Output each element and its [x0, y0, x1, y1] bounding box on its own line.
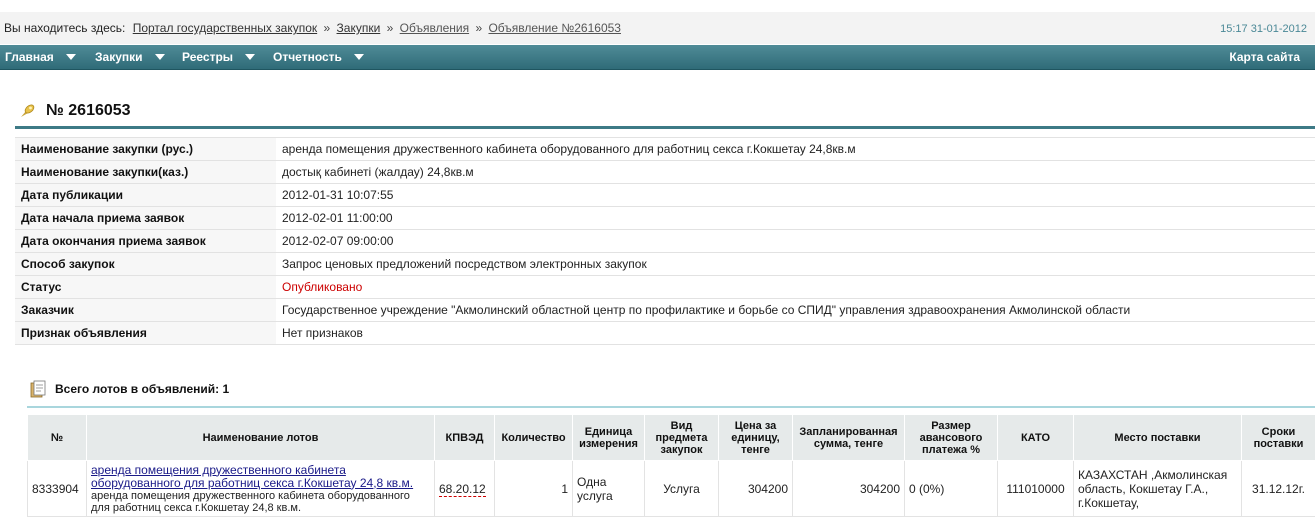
chevron-down-icon [353, 53, 364, 60]
detail-label: Способ закупок [15, 252, 276, 276]
breadcrumb: Вы находитесь здесь: Портал государствен… [4, 21, 621, 35]
sitemap-link[interactable]: Карта сайта [1229, 45, 1300, 70]
lot-name-link[interactable]: аренда помещения дружественного кабинета… [91, 463, 430, 490]
table-row: 8333904 аренда помещения дружественного … [27, 460, 1315, 517]
lots-summary-text: Всего лотов в объявлений: 1 [55, 382, 230, 396]
announcement-details: Наименование закупки (рус.) аренда помеще… [15, 137, 1315, 345]
detail-label: Наименование закупки (рус.) [15, 137, 276, 161]
breadcrumb-separator: » [323, 21, 331, 35]
detail-value: Государственное учреждение "Акмолинский … [276, 298, 1315, 322]
column-header[interactable]: КАТО [997, 414, 1074, 461]
detail-row: Способ закупок Запрос ценовых предложений… [15, 252, 1315, 276]
clock: 15:17 31-01-2012 [1220, 23, 1307, 35]
page-title: № 2616053 [46, 102, 131, 119]
detail-value: 2012-01-31 10:07:55 [276, 183, 1315, 207]
column-header[interactable]: Вид предмета закупок [644, 414, 719, 461]
pushpin-icon [21, 104, 35, 117]
breadcrumb-link-current[interactable]: Объявление №2616053 [488, 21, 621, 35]
column-header[interactable]: Наименование лотов [86, 414, 435, 461]
lots-table: № Наименование лотов КПВЭД Количество Ед… [27, 414, 1315, 517]
column-header[interactable]: Место поставки [1073, 414, 1242, 461]
breadcrumb-separator: » [386, 21, 394, 35]
lots-divider [27, 406, 1315, 408]
detail-row: Статус Опубликовано [15, 275, 1315, 299]
detail-row: Дата публикации 2012-01-31 10:07:55 [15, 183, 1315, 207]
detail-row: Дата окончания приема заявок 2012-02-07 0… [15, 229, 1315, 253]
detail-label: Статус [15, 275, 276, 299]
main-nav: Главная Закупки Реестры Отчетность Карта… [0, 45, 1315, 70]
column-header[interactable]: Количество [494, 414, 573, 461]
lot-type: Услуга [644, 460, 719, 517]
column-header[interactable]: № [27, 414, 87, 461]
column-header[interactable]: Единица измерения [572, 414, 645, 461]
detail-label: Наименование закупки(каз.) [15, 160, 276, 184]
chevron-down-icon [245, 53, 256, 60]
heading-divider [15, 126, 1315, 129]
detail-row: Заказчик Государственное учреждение "Акмо… [15, 298, 1315, 322]
lots-summary: Всего лотов в объявлений: 1 [30, 380, 229, 398]
lots-header-row: № Наименование лотов КПВЭД Количество Ед… [27, 414, 1315, 461]
detail-label: Признак объявления [15, 321, 276, 345]
lot-unit: Одна услуга [572, 460, 645, 517]
lot-description: аренда помещения дружественного кабинета… [91, 489, 410, 514]
breadcrumb-link-announcements[interactable]: Объявления [400, 21, 469, 35]
detail-value: достық кабинеті (жалдау) 24,8кв.м [276, 160, 1315, 184]
detail-value: Нет признаков [276, 321, 1315, 345]
detail-label: Дата начала приема заявок [15, 206, 276, 230]
lot-kpved-cell: 68.20.12 [434, 460, 495, 517]
lot-planned-sum: 304200 [792, 460, 905, 517]
column-header[interactable]: КПВЭД [434, 414, 495, 461]
detail-row: Наименование закупки (рус.) аренда помеще… [15, 137, 1315, 161]
detail-value: 2012-02-07 09:00:00 [276, 229, 1315, 253]
detail-value: Запрос ценовых предложений посредством э… [276, 252, 1315, 276]
nav-item-registries[interactable]: Реестры [182, 45, 256, 70]
breadcrumb-link-purchases[interactable]: Закупки [337, 21, 381, 35]
lot-name-cell: аренда помещения дружественного кабинета… [86, 460, 435, 517]
nav-item-label: Главная [5, 50, 54, 64]
nav-item-purchases[interactable]: Закупки [95, 45, 165, 70]
detail-row: Дата начала приема заявок 2012-02-01 11:0… [15, 206, 1315, 230]
detail-row: Наименование закупки(каз.) достық кабинет… [15, 160, 1315, 184]
lot-kpved[interactable]: 68.20.12 [439, 481, 486, 497]
status-value: Опубликовано [276, 275, 1315, 299]
column-header[interactable]: Размер авансового платежа % [904, 414, 998, 461]
detail-label: Дата публикации [15, 183, 276, 207]
lot-advance: 0 (0%) [904, 460, 998, 517]
detail-value: 2012-02-01 11:00:00 [276, 206, 1315, 230]
detail-value: аренда помещения дружественного кабинета… [276, 137, 1315, 161]
detail-row: Признак объявления Нет признаков [15, 321, 1315, 345]
column-header[interactable]: Запланированная сумма, тенге [792, 414, 905, 461]
nav-item-home[interactable]: Главная [5, 45, 76, 70]
chevron-down-icon [65, 53, 76, 60]
page-heading: № 2616053 [18, 99, 131, 123]
nav-item-label: Отчетность [273, 50, 342, 64]
lot-term: 31.12.12г. [1241, 460, 1315, 517]
breadcrumb-prefix: Вы находитесь здесь: [4, 21, 126, 35]
lot-quantity: 1 [494, 460, 573, 517]
column-header[interactable]: Сроки поставки [1241, 414, 1315, 461]
lot-unit-price: 304200 [718, 460, 793, 517]
clipboard-icon [30, 380, 46, 398]
nav-item-label: Закупки [95, 50, 143, 64]
detail-label: Дата окончания приема заявок [15, 229, 276, 253]
detail-label: Заказчик [15, 298, 276, 322]
chevron-down-icon [154, 53, 165, 60]
breadcrumb-link-portal[interactable]: Портал государственных закупок [133, 21, 317, 35]
lot-number: 8333904 [27, 460, 87, 517]
nav-item-reports[interactable]: Отчетность [273, 45, 364, 70]
column-header[interactable]: Цена за единицу, тенге [718, 414, 793, 461]
breadcrumb-bar: Вы находитесь здесь: Портал государствен… [0, 12, 1315, 44]
breadcrumb-separator: » [475, 21, 483, 35]
lot-place: КАЗАХСТАН ,Акмолинская область, Кокшетау… [1073, 460, 1242, 517]
nav-item-label: Реестры [182, 50, 234, 64]
lot-kato: 111010000 [997, 460, 1074, 517]
